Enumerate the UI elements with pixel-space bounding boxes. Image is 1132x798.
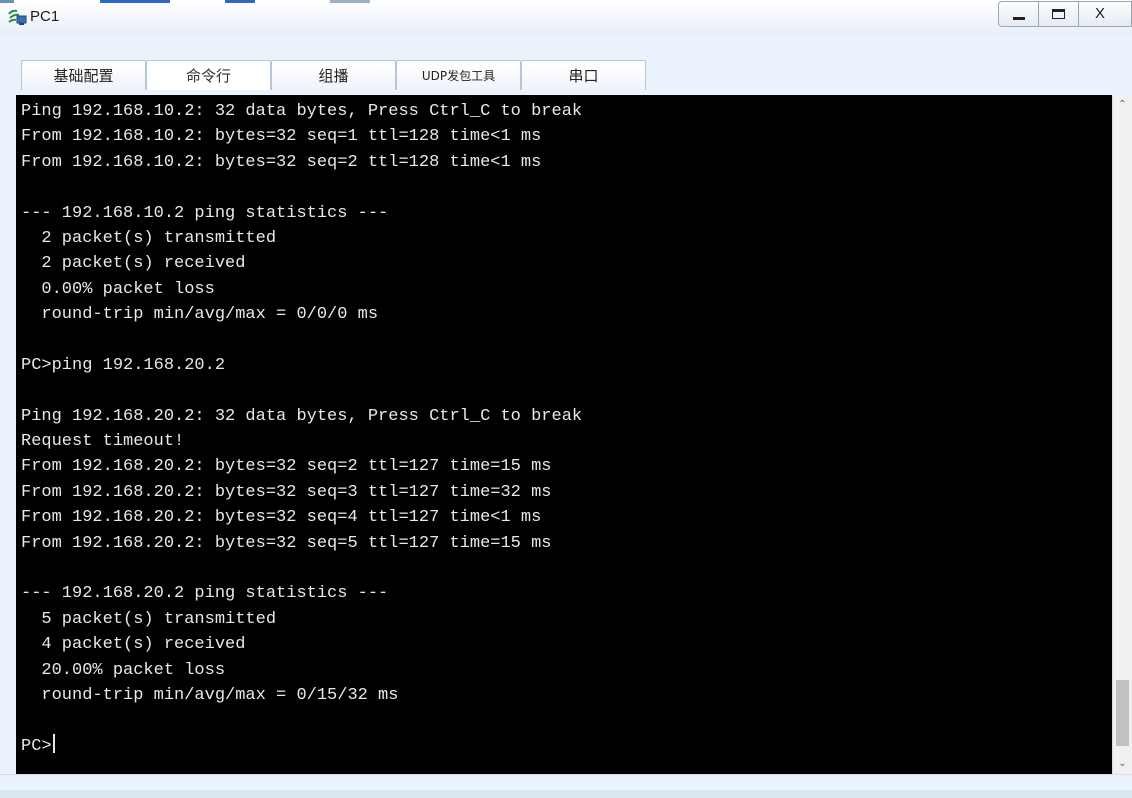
terminal-line: From 192.168.10.2: bytes=32 seq=1 ttl=12… xyxy=(21,127,542,147)
top-edge-strip xyxy=(0,0,380,3)
scroll-thumb[interactable] xyxy=(1116,680,1129,746)
tab-command-line[interactable]: 命令行 xyxy=(146,60,271,90)
tab-udp-tool[interactable]: UDP发包工具 xyxy=(396,60,521,90)
tab-multicast[interactable]: 组播 xyxy=(271,60,396,90)
maximize-button[interactable] xyxy=(1038,1,1079,27)
vertical-scrollbar[interactable]: ⌃ ⌄ xyxy=(1112,95,1132,774)
tab-basic-config[interactable]: 基础配置 xyxy=(21,60,146,90)
terminal-line: --- 192.168.20.2 ping statistics --- xyxy=(21,584,389,604)
maximize-icon xyxy=(1052,9,1065,19)
terminal-line: PC>ping 192.168.20.2 xyxy=(21,355,226,375)
tab-bar: 基础配置 命令行 组播 UDP发包工具 串口 xyxy=(0,34,1132,95)
terminal-line: From 192.168.20.2: bytes=32 seq=5 ttl=12… xyxy=(21,533,552,553)
terminal-line: 2 packet(s) transmitted xyxy=(21,228,277,248)
terminal-line: Ping 192.168.10.2: 32 data bytes, Press … xyxy=(21,102,583,121)
terminal-line: round-trip min/avg/max = 0/0/0 ms xyxy=(21,305,379,325)
terminal-text: Ping 192.168.10.2: 32 data bytes, Press … xyxy=(16,95,1112,759)
title-bar[interactable]: PC1 X xyxy=(0,0,1132,35)
terminal-line: 0.00% packet loss xyxy=(21,279,215,299)
terminal-output[interactable]: Ping 192.168.10.2: 32 data bytes, Press … xyxy=(16,95,1112,774)
minimize-icon xyxy=(1013,17,1025,20)
terminal-line: 4 packet(s) received xyxy=(21,635,246,655)
terminal-line: From 192.168.20.2: bytes=32 seq=3 ttl=12… xyxy=(21,482,552,502)
window-title: PC1 xyxy=(30,8,60,25)
terminal-line: --- 192.168.10.2 ping statistics --- xyxy=(21,203,389,223)
terminal-line: From 192.168.20.2: bytes=32 seq=2 ttl=12… xyxy=(21,457,552,477)
scroll-down-icon[interactable]: ⌄ xyxy=(1113,754,1132,774)
text-cursor xyxy=(52,733,55,753)
tab-serial-port[interactable]: 串口 xyxy=(521,60,646,90)
terminal-line: From 192.168.10.2: bytes=32 seq=2 ttl=12… xyxy=(21,152,542,172)
terminal-line: Ping 192.168.20.2: 32 data bytes, Press … xyxy=(21,406,583,426)
terminal-prompt-line[interactable]: PC> xyxy=(21,733,1112,759)
terminal-line: From 192.168.20.2: bytes=32 seq=4 ttl=12… xyxy=(21,508,542,528)
close-button[interactable]: X xyxy=(1078,1,1132,27)
scroll-up-icon[interactable]: ⌃ xyxy=(1113,95,1132,115)
pc-app-icon xyxy=(8,9,27,25)
app-window: PC1 X 基础配置 命令行 组播 UDP发包工具 串口 Ping 192.16… xyxy=(0,0,1132,798)
window-controls: X xyxy=(998,1,1132,28)
terminal-line: Request timeout! xyxy=(21,432,185,452)
terminal-line: 5 packet(s) transmitted xyxy=(21,609,277,629)
terminal-line: round-trip min/avg/max = 0/15/32 ms xyxy=(21,685,399,705)
minimize-button[interactable] xyxy=(998,1,1039,27)
bottom-edge xyxy=(0,790,1132,798)
close-icon: X xyxy=(1095,5,1106,22)
terminal-line: 2 packet(s) received xyxy=(21,254,246,274)
terminal-prompt: PC> xyxy=(21,736,52,756)
terminal-line: 20.00% packet loss xyxy=(21,660,226,680)
